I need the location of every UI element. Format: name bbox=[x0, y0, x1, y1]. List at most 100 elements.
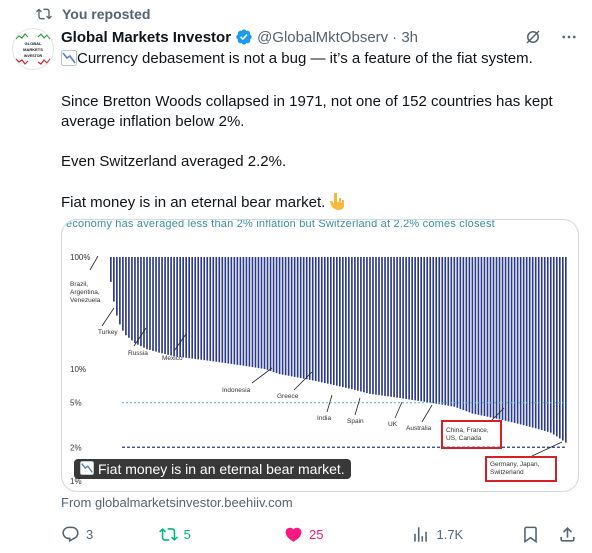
chart-bar bbox=[284, 257, 287, 376]
chart-bar bbox=[305, 257, 308, 380]
chart-bar bbox=[462, 257, 465, 411]
chart-bar bbox=[272, 257, 275, 373]
chart-bar bbox=[275, 257, 278, 374]
chart-bar bbox=[459, 257, 462, 409]
chart-bar bbox=[236, 257, 239, 365]
verified-badge-icon bbox=[236, 29, 252, 45]
chart-bar bbox=[342, 257, 344, 388]
chart-bar bbox=[351, 257, 353, 390]
chart-bar bbox=[390, 257, 392, 397]
reply-button[interactable]: 3 bbox=[61, 525, 159, 544]
media-badge-text: Fiat money is in an eternal bear market. bbox=[98, 461, 345, 477]
chart-bar bbox=[429, 257, 432, 403]
chart-bar bbox=[155, 257, 157, 352]
annotation-label: Brazil, bbox=[70, 281, 88, 288]
chart-bar bbox=[317, 257, 320, 382]
annotation-arrow bbox=[89, 255, 99, 271]
chart-bar bbox=[498, 257, 501, 420]
chart-bar bbox=[182, 257, 184, 358]
post-time[interactable]: · 3h bbox=[392, 29, 418, 46]
like-button[interactable]: 25 bbox=[284, 525, 411, 544]
chart-bar bbox=[555, 257, 558, 437]
chart-bar bbox=[378, 257, 380, 396]
chart-bar bbox=[170, 257, 172, 356]
bookmark-icon[interactable] bbox=[521, 525, 540, 544]
annotation-arrow bbox=[101, 307, 115, 327]
chart-bar bbox=[323, 257, 326, 383]
chart-bar bbox=[375, 257, 377, 395]
chart-bar bbox=[164, 257, 166, 355]
chart-bar bbox=[221, 257, 224, 363]
views-button[interactable]: 1.7K bbox=[411, 525, 521, 544]
chart-bar bbox=[411, 257, 413, 400]
media-alt-badge: Fiat money is in an eternal bear market. bbox=[74, 459, 351, 479]
chart-bar bbox=[561, 257, 564, 441]
chart-bar bbox=[435, 257, 438, 404]
avatar[interactable]: GLOBAL MARKETS INVESTOR bbox=[12, 28, 54, 70]
author-handle[interactable]: @GlobalMktObserv bbox=[257, 29, 388, 46]
chart-bar bbox=[393, 257, 395, 398]
avatar-logo-text: MARKETS bbox=[23, 47, 43, 52]
chart-bar bbox=[194, 257, 197, 359]
chart-bar bbox=[369, 257, 371, 394]
chart-bar bbox=[140, 257, 142, 347]
chart-bar bbox=[191, 257, 194, 359]
chart-bar bbox=[408, 257, 410, 400]
chart-bar bbox=[128, 257, 130, 338]
chart-bar bbox=[122, 257, 124, 331]
annotation-label: UK bbox=[388, 421, 398, 428]
chart-bar bbox=[441, 257, 444, 405]
share-icon[interactable] bbox=[558, 525, 577, 544]
chart-bar bbox=[290, 257, 293, 377]
chart-bar bbox=[468, 257, 471, 413]
repost-icon bbox=[158, 527, 178, 541]
chart-bar bbox=[296, 257, 299, 378]
more-icon[interactable] bbox=[560, 28, 578, 46]
chart-bar bbox=[474, 257, 477, 415]
chart-bar bbox=[287, 257, 290, 376]
chart-bar bbox=[531, 257, 534, 428]
chart-bar bbox=[372, 257, 374, 395]
chart-bar bbox=[366, 257, 368, 394]
chart-bar bbox=[149, 257, 151, 350]
annotation-label: India bbox=[317, 415, 331, 422]
annotation-label: Mexico bbox=[162, 355, 183, 362]
chart-bar bbox=[363, 257, 365, 393]
chart-bar bbox=[230, 257, 233, 364]
chart-bar bbox=[257, 257, 260, 369]
repost-button[interactable]: 5 bbox=[158, 525, 284, 544]
chart-bar bbox=[402, 257, 404, 399]
chart-bar bbox=[522, 257, 525, 426]
link-source[interactable]: From globalmarketsinvestor.beehiiv.com bbox=[61, 495, 293, 510]
like-count: 25 bbox=[309, 526, 324, 542]
chart-bar bbox=[477, 257, 480, 415]
chart-down-emoji-icon bbox=[80, 460, 94, 478]
chart-bar bbox=[432, 257, 435, 404]
chart-bar bbox=[450, 257, 453, 407]
chart-bar bbox=[519, 257, 522, 425]
chart-bar bbox=[293, 257, 296, 377]
chart-bar bbox=[537, 257, 540, 430]
chart-bar bbox=[197, 257, 200, 360]
chart-bar bbox=[176, 257, 178, 357]
chart-bar bbox=[354, 257, 356, 390]
share-group bbox=[521, 525, 577, 544]
grok-icon[interactable] bbox=[524, 28, 542, 46]
chart-bar bbox=[489, 257, 492, 418]
chart-bar bbox=[263, 257, 266, 369]
chart-bar bbox=[384, 257, 386, 396]
global-markets-logo: GLOBAL MARKETS INVESTOR bbox=[15, 33, 51, 65]
chart-bar bbox=[504, 257, 507, 421]
chart-bar bbox=[320, 257, 323, 383]
chart-bar bbox=[137, 257, 139, 345]
chart-bar bbox=[528, 257, 531, 427]
chart-bar bbox=[242, 257, 245, 366]
chart-bar bbox=[215, 257, 218, 362]
media-card[interactable]: economy has averaged less than 2% inflat… bbox=[61, 219, 579, 492]
chart-bar bbox=[444, 257, 447, 406]
chart-bar bbox=[146, 257, 148, 350]
author-name[interactable]: Global Markets Investor bbox=[61, 29, 231, 46]
avatar-logo-text: GLOBAL bbox=[25, 41, 42, 46]
chart-bar bbox=[281, 257, 284, 375]
reply-icon bbox=[62, 526, 79, 542]
